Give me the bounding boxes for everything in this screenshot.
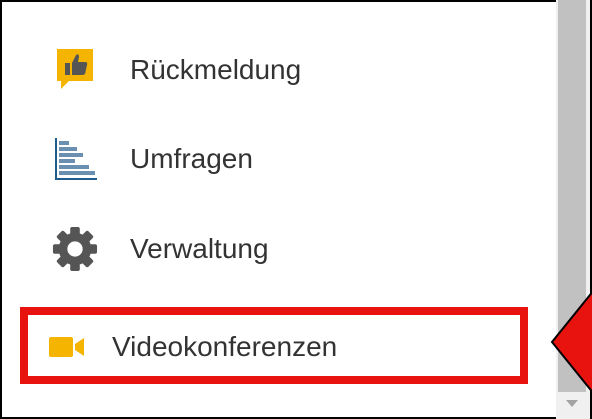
- thumbs-up-feedback-icon: [52, 47, 98, 93]
- sidebar-item-admin[interactable]: Verwaltung: [2, 209, 542, 289]
- scroll-down-arrow-icon[interactable]: [566, 400, 578, 407]
- gear-icon: [52, 226, 98, 272]
- sidebar-item-label: Rückmeldung: [130, 54, 302, 85]
- sidebar-item-feedback[interactable]: Rückmeldung: [2, 30, 542, 110]
- pointer-arrow-icon: [550, 290, 592, 394]
- bar-chart-icon: [52, 136, 98, 182]
- sidebar-item-surveys[interactable]: Umfragen: [2, 119, 542, 199]
- sidebar-item-label: Umfragen: [130, 143, 253, 174]
- sidebar-item-label: Verwaltung: [130, 233, 269, 264]
- sidebar-menu: Rückmeldung Umfragen Verwaltung Videokon…: [2, 2, 558, 417]
- sidebar-panel: Rückmeldung Umfragen Verwaltung Videokon…: [0, 0, 592, 419]
- highlight-box: [20, 307, 528, 384]
